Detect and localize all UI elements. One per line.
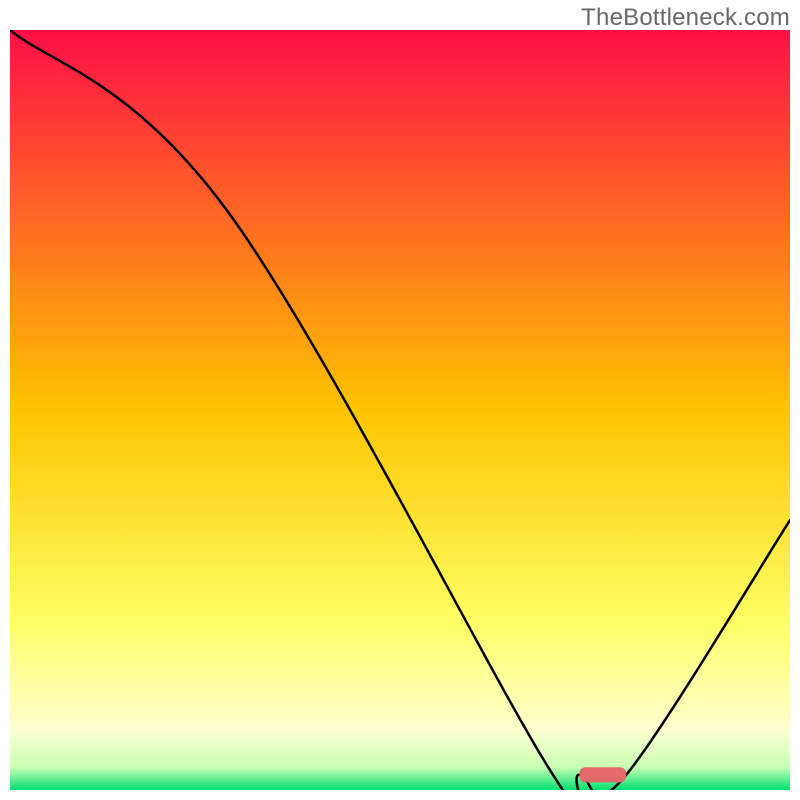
chart-background-gradient — [10, 30, 790, 790]
watermark-text: TheBottleneck.com — [581, 4, 790, 32]
chart-stage: TheBottleneck.com — [0, 0, 800, 800]
chart-plot-area — [10, 30, 790, 790]
chart-svg — [10, 30, 790, 790]
target-marker — [579, 767, 626, 782]
